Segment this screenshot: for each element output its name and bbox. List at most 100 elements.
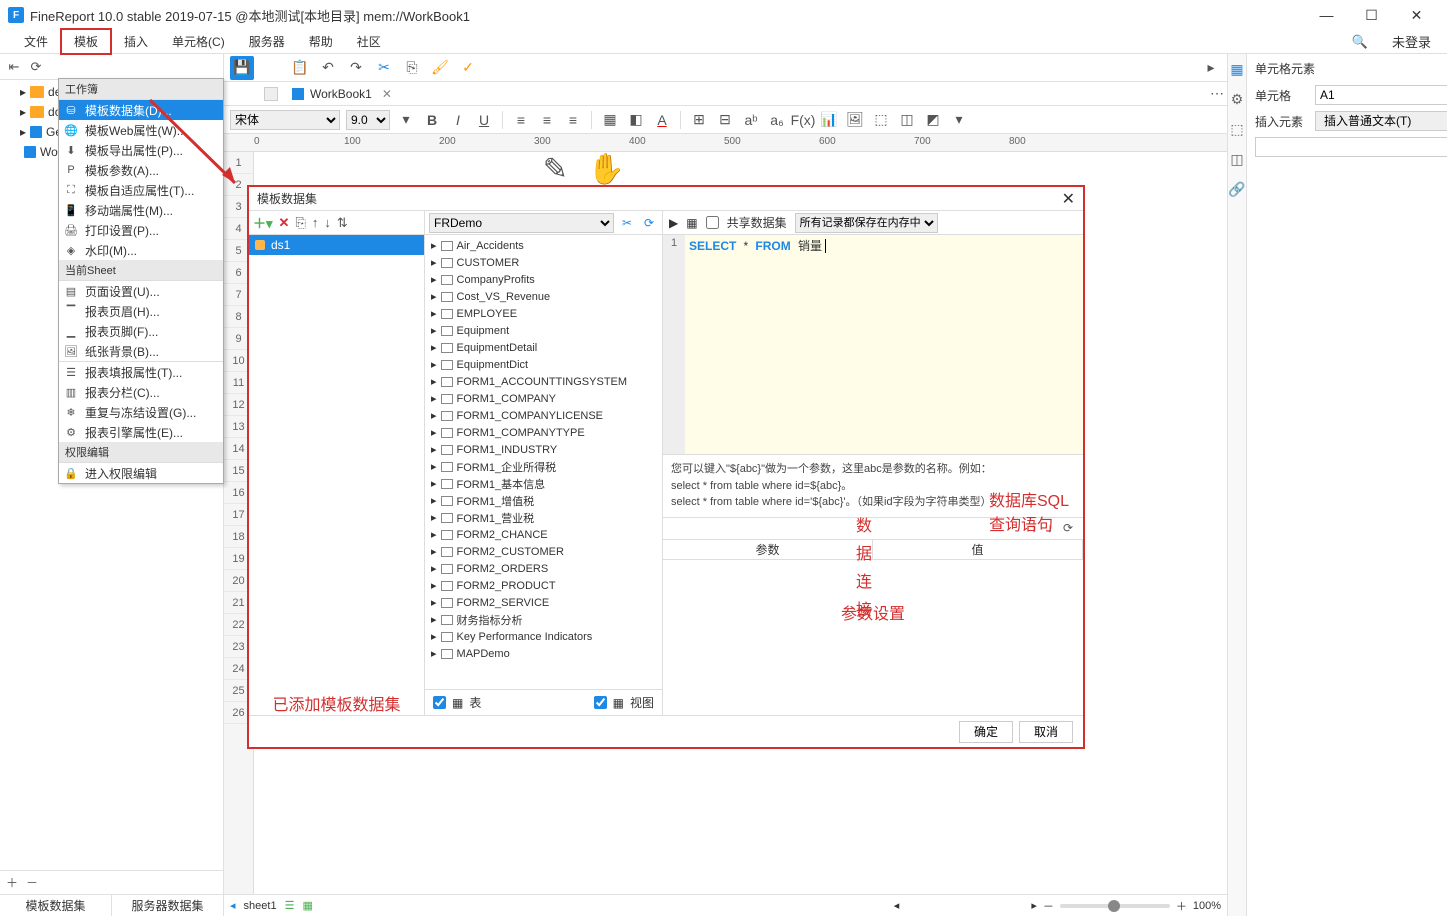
copy-button[interactable]: ⎘ [402,58,422,78]
condition-button[interactable]: ◫ [897,110,917,130]
tab-server-dataset[interactable]: 服务器数据集 [112,895,223,916]
element-button[interactable]: ⬚ [871,110,891,130]
zoom-in-icon[interactable]: ＋ [1176,898,1187,914]
formula-button[interactable]: F(x) [793,110,813,130]
table-item[interactable]: ▸MAPDemo [427,645,660,662]
image-button[interactable]: 🖼 [845,110,865,130]
paste-button[interactable]: 📋 [290,58,310,78]
menu-template[interactable]: 模板 [60,28,112,55]
grid-icon[interactable] [264,87,278,101]
table-item[interactable]: ▸Key Performance Indicators [427,628,660,645]
dataset-item[interactable]: ds1 [249,235,424,255]
subscript-button[interactable]: a₆ [767,110,787,130]
insert-select[interactable]: 插入普通文本(T) [1315,111,1447,131]
menu-server[interactable]: 服务器 [237,30,297,53]
menu-item-params[interactable]: P模板参数(A)... [59,160,223,180]
table-item[interactable]: ▸FORM1_营业税 [427,509,660,526]
collapse-right-icon[interactable]: ▸ [1201,58,1221,78]
preview-icon[interactable]: ▶ [669,216,678,230]
table-item[interactable]: ▸FORM1_ACCOUNTTINGSYSTEM [427,373,660,390]
cancel-button[interactable]: 取消 [1019,721,1073,743]
table-item[interactable]: ▸FORM2_CUSTOMER [427,543,660,560]
save-button[interactable]: 💾 [230,56,254,80]
table-item[interactable]: ▸FORM1_COMPANYLICENSE [427,407,660,424]
sort-icon[interactable]: ⇅ [337,215,348,231]
remove-icon[interactable]: － [26,874,38,891]
align-right-button[interactable]: ≡ [563,110,583,130]
table-item[interactable]: ▸FORM1_增值税 [427,492,660,509]
menu-item-freeze[interactable]: ❄重复与冻结设置(G)... [59,402,223,422]
menu-item-perm-edit[interactable]: 🔒进入权限编辑 [59,463,223,483]
table-item[interactable]: ▸EquipmentDict [427,356,660,373]
menu-file[interactable]: 文件 [12,30,60,53]
login-status[interactable]: 未登录 [1392,32,1431,51]
table-item[interactable]: ▸FORM1_企业所得税 [427,458,660,475]
add-sheet-icon[interactable]: ☰ [285,899,295,912]
menu-item-fill-attr[interactable]: ☰报表填报属性(T)... [59,362,223,382]
table-item[interactable]: ▸EquipmentDetail [427,339,660,356]
move-down-icon[interactable]: ↓ [324,215,331,230]
decrease-icon[interactable]: ▾ [396,110,416,130]
zoom-out-icon[interactable]: － [1043,898,1054,914]
bold-button[interactable]: B [422,110,442,130]
merge-button[interactable]: ⊞ [689,110,709,130]
hyperlink-icon[interactable]: 🔗 [1228,180,1246,198]
collapse-icon[interactable]: ⇤ [6,59,22,75]
undo-button[interactable]: ↶ [318,58,338,78]
menu-item-engine[interactable]: ⚙报表引擎属性(E)... [59,422,223,442]
sql-settings-icon[interactable]: ▦ [686,216,697,230]
tab-close-icon[interactable]: ✕ [382,87,392,101]
add-icon[interactable]: ＋ [6,874,18,891]
value-input[interactable] [1255,137,1447,157]
menu-cell[interactable]: 单元格(C) [160,30,237,53]
cache-select[interactable]: 所有记录都保存在内存中 [795,213,938,233]
menu-item-watermark[interactable]: ◈水印(M)... [59,240,223,260]
remove-dataset-icon[interactable]: ✕ [279,215,290,231]
table-item[interactable]: ▸Air_Accidents [427,237,660,254]
ok-button[interactable]: 确定 [959,721,1013,743]
cell-attr-icon[interactable]: ⚙ [1228,90,1246,108]
search-icon[interactable]: 🔍 [1352,34,1368,50]
workbook-tab[interactable]: WorkBook1 ✕ [284,85,400,103]
table-item[interactable]: ▸CUSTOMER [427,254,660,271]
table-item[interactable]: ▸Equipment [427,322,660,339]
cut-button[interactable]: ✂ [374,58,394,78]
minimize-button[interactable]: — [1304,0,1349,30]
menu-item-background[interactable]: 🖼纸张背景(B)... [59,341,223,361]
param-grid[interactable]: 参数设置 [663,560,1083,716]
redo-button[interactable]: ↷ [346,58,366,78]
size-select[interactable]: 9.0 [346,110,390,130]
table-item[interactable]: ▸FORM1_COMPANYTYPE [427,424,660,441]
chart-button[interactable]: 📊 [819,110,839,130]
view-checkbox[interactable] [594,696,607,709]
menu-item-export-attr[interactable]: ⬇模板导出属性(P)... [59,140,223,160]
zoom-slider[interactable] [1060,904,1170,908]
sheet-menu-icon[interactable]: ▦ [302,899,312,912]
table-item[interactable]: ▸FORM2_ORDERS [427,560,660,577]
table-item[interactable]: ▸FORM1_基本信息 [427,475,660,492]
dialog-close-icon[interactable]: ✕ [1062,189,1075,209]
cell-element-icon[interactable]: ▦ [1228,60,1246,78]
cell-ref-input[interactable] [1315,85,1447,105]
menu-item-mobile[interactable]: 📱移动端属性(M)... [59,200,223,220]
menu-community[interactable]: 社区 [345,30,393,53]
superscript-button[interactable]: aᵇ [741,110,761,130]
table-item[interactable]: ▸FORM2_CHANCE [427,526,660,543]
menu-item-template-dataset[interactable]: ⛁模板数据集(D)... [59,100,223,120]
table-item[interactable]: ▸FORM1_COMPANY [427,390,660,407]
refresh-tables-icon[interactable]: ⟳ [640,216,658,230]
copy-dataset-icon[interactable]: ⎘ [295,215,305,231]
highlight-button[interactable]: ◩ [923,110,943,130]
refresh-icon[interactable]: ⟳ [28,59,44,75]
menu-item-footer[interactable]: ▁报表页脚(F)... [59,321,223,341]
cut-icon[interactable]: ✂ [618,216,636,230]
move-up-icon[interactable]: ↑ [312,215,319,230]
check-button[interactable]: ✓ [458,58,478,78]
menu-insert[interactable]: 插入 [112,30,160,53]
align-left-button[interactable]: ≡ [511,110,531,130]
font-color-button[interactable]: A [652,110,672,130]
table-checkbox[interactable] [433,696,446,709]
menu-item-web-attr[interactable]: 🌐模板Web属性(W)... [59,120,223,140]
menu-item-columns[interactable]: ▥报表分栏(C)... [59,382,223,402]
table-item[interactable]: ▸FORM2_PRODUCT [427,577,660,594]
